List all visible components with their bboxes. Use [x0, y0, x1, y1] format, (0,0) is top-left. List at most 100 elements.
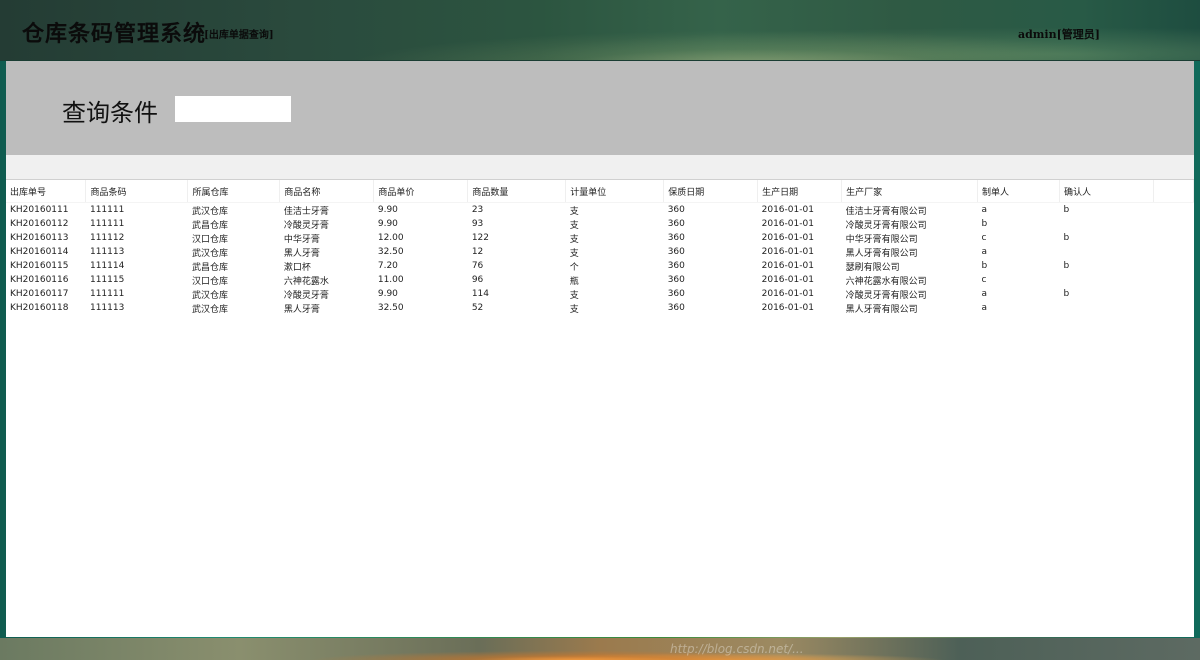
column-header[interactable]: 商品名称	[279, 180, 375, 203]
table-cell: KH20160118	[10, 303, 69, 313]
table-cell: 360	[667, 205, 685, 215]
table-cell: 支	[569, 220, 579, 231]
table-cell: 支	[569, 248, 579, 259]
table-cell: 中华牙膏	[283, 234, 320, 245]
footer-watermark: http://blog.csdn.net/...	[670, 642, 804, 656]
table-cell-filler	[1153, 259, 1193, 273]
table-cell: 32.50	[377, 303, 404, 313]
footer-bar: http://blog.csdn.net/...	[0, 638, 1200, 660]
column-header[interactable]: 制单人	[977, 180, 1060, 203]
table-row[interactable]: KH20160117 111111 武汉仓库 冷酸灵牙膏 9.90 114 支 360 2016…	[6, 287, 1194, 301]
table-cell: 7.20	[377, 261, 398, 271]
table-cell: 佳洁士牙膏有限公司	[845, 206, 927, 217]
table-cell: 支	[569, 304, 579, 315]
column-header[interactable]: 生产厂家	[841, 180, 979, 203]
table-cell: 2016-01-01	[761, 261, 814, 271]
query-input[interactable]	[174, 95, 292, 123]
table-cell: KH20160115	[10, 261, 69, 271]
column-header[interactable]: 商品条码	[85, 180, 189, 203]
table-cell: 114	[471, 289, 489, 299]
table-cell: 冷酸灵牙膏	[283, 290, 329, 301]
table-cell: 冷酸灵牙膏有限公司	[845, 220, 927, 231]
table-cell: 111113	[89, 247, 125, 257]
table-cell: b	[1063, 261, 1070, 271]
table-cell: 93	[471, 219, 484, 229]
table-cell: 武汉仓库	[191, 304, 228, 315]
table-cell	[1060, 273, 1154, 287]
table-cell: KH20160113	[10, 233, 69, 243]
table-cell: b	[981, 261, 988, 271]
column-header[interactable]: 所属仓库	[187, 180, 281, 203]
table-cell: 111113	[89, 303, 125, 313]
table-cell: 360	[667, 219, 685, 229]
table-cell: 武汉仓库	[191, 290, 228, 301]
table-cell: 23	[471, 205, 484, 215]
column-header[interactable]: 保质日期	[663, 180, 759, 203]
outbound-table: 出库单号 商品条码 所属仓库 商品名称 商品单价 商品数量 计量单位 保质日期 生产日期 生产厂家…	[6, 180, 1195, 316]
table-cell	[1060, 217, 1154, 231]
table-row[interactable]: KH20160115 111114 武昌仓库 漱口杯 7.20 76 个 360 2016-01…	[6, 259, 1194, 273]
table-cell: 11.00	[377, 275, 404, 285]
table-cell: a	[981, 289, 988, 299]
column-header[interactable]: 生产日期	[757, 180, 843, 203]
table-cell	[1060, 245, 1154, 259]
column-header[interactable]: 计量单位	[565, 180, 665, 203]
table-cell: 122	[471, 233, 489, 243]
table-cell: 黑人牙膏有限公司	[845, 248, 918, 259]
table-cell: 武昌仓库	[191, 262, 228, 273]
table-cell: 支	[569, 206, 579, 217]
table-cell: 瓶	[569, 276, 579, 287]
table-cell: c	[981, 233, 987, 243]
table-cell: 111111	[89, 205, 125, 215]
table-cell: 六神花露水	[283, 276, 329, 287]
content-panel: 查询条件 出库单号 商品条码 所属仓库 商品名称 商品单价 商品数量 计量单位 …	[6, 61, 1195, 637]
table-cell: 冷酸灵牙膏有限公司	[845, 290, 927, 301]
table-row[interactable]: KH20160116 111115 汉口仓库 六神花露水 11.00 96 瓶 360 2016…	[6, 273, 1194, 287]
table-cell: KH20160111	[10, 205, 69, 215]
table-cell	[1060, 301, 1154, 315]
table-cell: 武昌仓库	[191, 220, 228, 231]
table-cell: 六神花露水有限公司	[845, 276, 927, 287]
table-cell-filler	[1153, 245, 1193, 259]
table-cell: b	[1063, 205, 1070, 215]
table-cell-filler	[1153, 231, 1193, 245]
table-cell: 360	[667, 289, 685, 299]
table-cell: 360	[667, 233, 685, 243]
table-cell: b	[1063, 233, 1070, 243]
column-header[interactable]: 商品单价	[373, 180, 469, 203]
table-row[interactable]: KH20160113 111112 汉口仓库 中华牙膏 12.00 122 支 360 2016…	[6, 231, 1194, 245]
table-cell: 2016-01-01	[761, 233, 814, 243]
table-cell: c	[981, 275, 987, 285]
column-header[interactable]: 商品数量	[467, 180, 567, 203]
table-cell-filler	[1153, 217, 1193, 231]
table-cell: 支	[569, 234, 579, 245]
table-row[interactable]: KH20160118 111113 武汉仓库 黑人牙膏 32.50 52 支 360 2016-…	[6, 301, 1194, 315]
app-window: 仓库条码管理系统 -[出库单据查询] admin[管理员] 查询条件 出库单号 …	[0, 0, 1200, 660]
table-cell: b	[981, 219, 988, 229]
table-cell: 360	[667, 275, 685, 285]
table-cell: 52	[471, 303, 484, 313]
table-row[interactable]: KH20160111 111111 武汉仓库 佳洁士牙膏 9.90 23 支 360 2016-…	[6, 203, 1194, 218]
table-cell: 汉口仓库	[191, 276, 228, 287]
table-cell: 个	[569, 262, 579, 273]
toolbar-strip	[6, 155, 1194, 180]
table-cell: 2016-01-01	[761, 289, 814, 299]
table-cell: 冷酸灵牙膏	[283, 220, 329, 231]
query-panel: 查询条件	[6, 61, 1194, 156]
table-cell: 黑人牙膏	[283, 248, 320, 259]
table-row[interactable]: KH20160112 111111 武昌仓库 冷酸灵牙膏 9.90 93 支 360 2016-…	[6, 217, 1194, 231]
table-header-row: 出库单号 商品条码 所属仓库 商品名称 商品单价 商品数量 计量单位 保质日期 生产日期 生产厂家…	[6, 180, 1195, 203]
table-cell-filler	[1153, 287, 1193, 301]
table-cell: 12.00	[377, 233, 404, 243]
table-cell: 360	[667, 247, 685, 257]
table-cell: 2016-01-01	[761, 219, 814, 229]
table-cell: 96	[471, 275, 484, 285]
table-cell: 360	[667, 261, 685, 271]
table-row[interactable]: KH20160114 111113 武汉仓库 黑人牙膏 32.50 12 支 360 2016-…	[6, 245, 1194, 259]
column-header[interactable]: 确认人	[1059, 180, 1154, 203]
table-cell: a	[981, 247, 988, 257]
table-body: KH20160111 111111 武汉仓库 佳洁士牙膏 9.90 23 支 360 2016-…	[6, 203, 1194, 316]
user-info: admin[管理员]	[1017, 28, 1100, 41]
column-header[interactable]: 出库单号	[6, 180, 87, 203]
header-bar: 仓库条码管理系统 -[出库单据查询] admin[管理员]	[0, 0, 1200, 61]
